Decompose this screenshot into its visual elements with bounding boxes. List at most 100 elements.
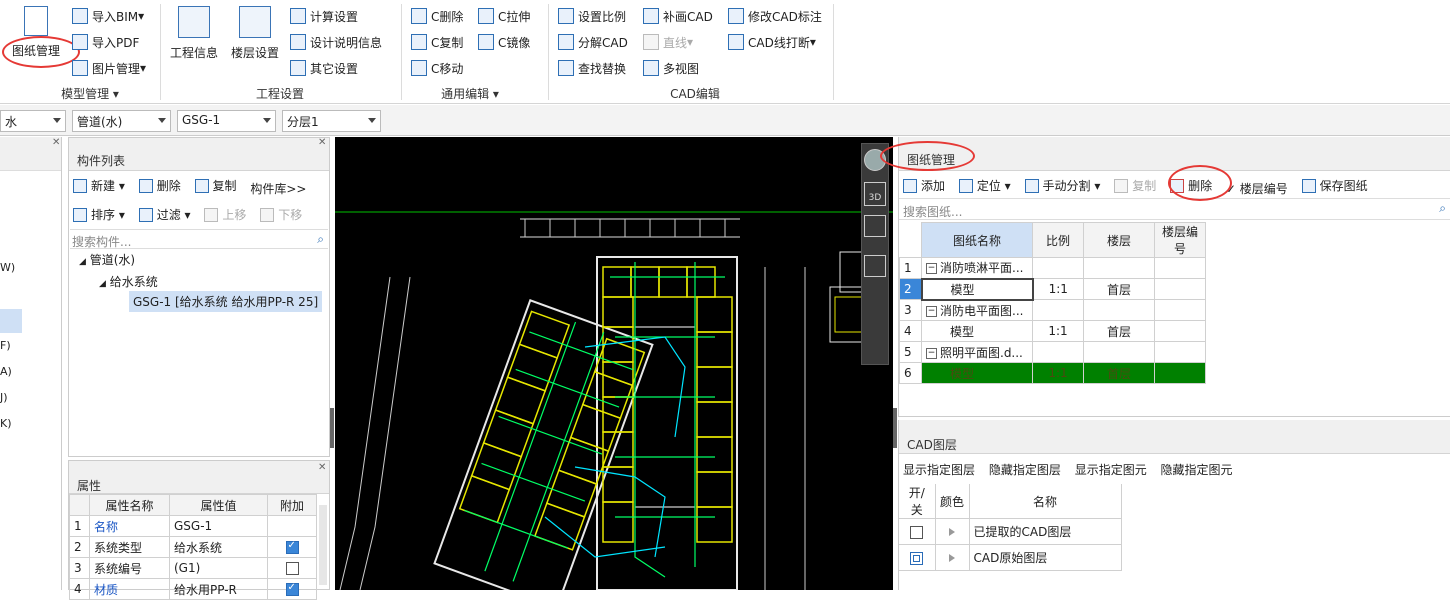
table-row[interactable]: CAD原始图层 — [899, 544, 1122, 571]
expand-arrow-icon[interactable] — [949, 554, 955, 562]
project-info-button[interactable]: 工程信息 — [170, 6, 218, 61]
view-3d-button[interactable]: 3D — [864, 182, 886, 206]
collapse-icon[interactable]: − — [926, 263, 937, 275]
c-copy-button[interactable]: C复制 — [411, 31, 463, 53]
tree-root[interactable]: ◢ 管道(水) — [79, 251, 135, 268]
locate-button[interactable]: 定位 ▾ — [958, 177, 1011, 194]
table-row[interactable]: 2 系统类型 给水系统 — [69, 536, 317, 558]
new-button[interactable]: 新建 ▾ — [73, 177, 125, 194]
table-row[interactable]: 3 系统编号 (G1) — [69, 557, 317, 579]
drawing-name-cell: − 照明平面图.d... — [921, 341, 1033, 363]
sort-button[interactable]: 排序 ▾ — [73, 206, 125, 223]
import-pdf-button[interactable]: 导入PDF — [72, 31, 139, 53]
tree-child[interactable]: ◢ 给水系统 — [99, 273, 158, 290]
type-select[interactable]: 管道(水) — [72, 110, 171, 132]
find-replace-button[interactable]: 查找替换 — [558, 57, 626, 79]
floor-num-toggle[interactable]: ✓ 楼层编号 — [1226, 180, 1288, 197]
expand-arrow-icon[interactable] — [949, 528, 955, 536]
floor-cell[interactable]: 首层 — [1083, 320, 1155, 342]
component-select[interactable]: GSG-1 — [177, 110, 276, 132]
c-move-button[interactable]: C移动 — [411, 57, 463, 79]
floor-cell[interactable]: 首层 — [1083, 278, 1155, 300]
left-strip-item[interactable]: A) — [0, 365, 12, 378]
delete-button[interactable]: 删除 — [138, 177, 181, 194]
table-row[interactable]: 1 − 消防喷淋平面... — [899, 257, 1206, 279]
filter-button[interactable]: 过滤 ▾ — [138, 206, 191, 223]
move-up-button[interactable]: 上移 — [204, 206, 246, 223]
drawing-name[interactable]: 模型 — [921, 362, 1033, 384]
c-delete-button[interactable]: C删除 — [411, 5, 463, 27]
show-element-button[interactable]: 显示指定图元 — [1075, 461, 1147, 478]
design-desc-button[interactable]: 设计说明信息 — [290, 31, 382, 53]
splitter-handle[interactable] — [330, 408, 334, 448]
scrollbar[interactable] — [319, 505, 327, 585]
cad-viewport[interactable]: 3D — [335, 137, 893, 590]
import-bim-button[interactable]: 导入BIM ▾ — [72, 5, 144, 27]
table-row[interactable]: 5 − 照明平面图.d... — [899, 341, 1206, 363]
library-button[interactable]: 构件库>> — [250, 180, 306, 197]
scale-cell[interactable]: 1:1 — [1032, 278, 1084, 300]
calc-settings-button[interactable]: 计算设置 — [290, 5, 358, 27]
view-section-icon[interactable] — [864, 255, 886, 277]
table-row[interactable]: 2 模型 1:1 首层 — [899, 277, 1206, 301]
hide-element-button[interactable]: 隐藏指定图元 — [1161, 461, 1233, 478]
drawing-search-input[interactable]: 搜索图纸... ⌕ — [899, 198, 1450, 220]
checkbox[interactable] — [285, 562, 299, 575]
line-break-button[interactable]: CAD线打断 ▾ — [728, 31, 816, 53]
save-drawing-button[interactable]: 保存图纸 — [1301, 177, 1368, 194]
property-value[interactable]: 给水系统 — [169, 536, 268, 558]
table-row[interactable]: 4 模型 1:1 首层 — [899, 320, 1206, 342]
layer-select[interactable]: 分层1 — [282, 110, 381, 132]
layer-toggle-checkbox[interactable] — [910, 551, 924, 565]
complete-cad-button[interactable]: 补画CAD — [643, 5, 713, 27]
discipline-select[interactable]: 水 — [0, 110, 66, 132]
close-icon[interactable]: ✕ — [318, 137, 326, 148]
add-button[interactable]: 添加 — [903, 177, 945, 194]
copy-button[interactable]: 复制 — [194, 177, 237, 194]
modify-annot-button[interactable]: 修改CAD标注 — [728, 5, 822, 27]
close-icon[interactable]: ✕ — [318, 462, 326, 473]
copy-drawing-button[interactable]: 复制 — [1114, 177, 1156, 194]
property-value[interactable]: GSG-1 — [169, 515, 268, 537]
drawing-name[interactable]: 模型 — [920, 277, 1034, 301]
group-label-edit[interactable]: 通用编辑 ▾ — [420, 85, 520, 102]
set-scale-button[interactable]: 设置比例 — [558, 5, 626, 27]
c-stretch-button[interactable]: C拉伸 — [478, 5, 530, 27]
move-down-button[interactable]: 下移 — [260, 206, 302, 223]
other-settings-button[interactable]: 其它设置 — [290, 57, 358, 79]
collapse-icon[interactable]: − — [926, 347, 937, 359]
left-strip-item[interactable]: W) — [0, 261, 15, 274]
image-mgmt-button[interactable]: 图片管理 ▾ — [72, 57, 146, 79]
show-layer-button[interactable]: 显示指定图层 — [903, 461, 975, 478]
table-row[interactable]: 已提取的CAD图层 — [899, 518, 1122, 545]
property-value[interactable]: (G1) — [169, 557, 268, 579]
table-row-selected[interactable]: 6 模型 1:1 首层 — [899, 362, 1206, 384]
floor-settings-button[interactable]: 楼层设置 — [231, 6, 279, 61]
checkbox-checked[interactable] — [285, 540, 299, 554]
scale-cell[interactable]: 1:1 — [1032, 320, 1084, 342]
collapse-icon[interactable]: − — [926, 305, 937, 317]
manual-split-button[interactable]: 手动分割 ▾ — [1024, 177, 1100, 194]
table-row[interactable]: 1 名称 GSG-1 — [69, 515, 317, 537]
scale-cell[interactable]: 1:1 — [1032, 362, 1084, 384]
left-strip-item[interactable]: J) — [0, 391, 8, 404]
view-plan-icon[interactable] — [864, 215, 886, 237]
floor-cell[interactable]: 首层 — [1083, 362, 1155, 384]
property-value[interactable]: 给水用PP-R — [169, 578, 268, 600]
layer-toggle-checkbox[interactable] — [910, 525, 924, 539]
hide-layer-button[interactable]: 隐藏指定图层 — [989, 461, 1061, 478]
splitter-handle[interactable] — [893, 408, 897, 448]
explode-cad-button[interactable]: 分解CAD — [558, 31, 628, 53]
group-label-model[interactable]: 模型管理 ▾ — [40, 85, 140, 102]
drawing-name[interactable]: 模型 — [921, 320, 1033, 342]
c-mirror-button[interactable]: C镜像 — [478, 31, 530, 53]
close-icon[interactable]: ✕ — [52, 137, 60, 148]
line-button[interactable]: 直线 ▾ — [643, 31, 693, 53]
table-row[interactable]: 3 − 消防电平面图... — [899, 299, 1206, 321]
component-search-input[interactable]: 搜索构件... ⌕ — [70, 229, 328, 249]
multiview-button[interactable]: 多视图 — [643, 57, 699, 79]
left-strip-item[interactable]: F) — [0, 339, 11, 352]
table-row[interactable]: 4 材质 给水用PP-R — [69, 578, 317, 600]
left-strip-item[interactable]: K) — [0, 417, 12, 430]
tree-leaf-selected[interactable]: GSG-1 [给水系统 给水用PP-R 25] — [129, 291, 323, 312]
